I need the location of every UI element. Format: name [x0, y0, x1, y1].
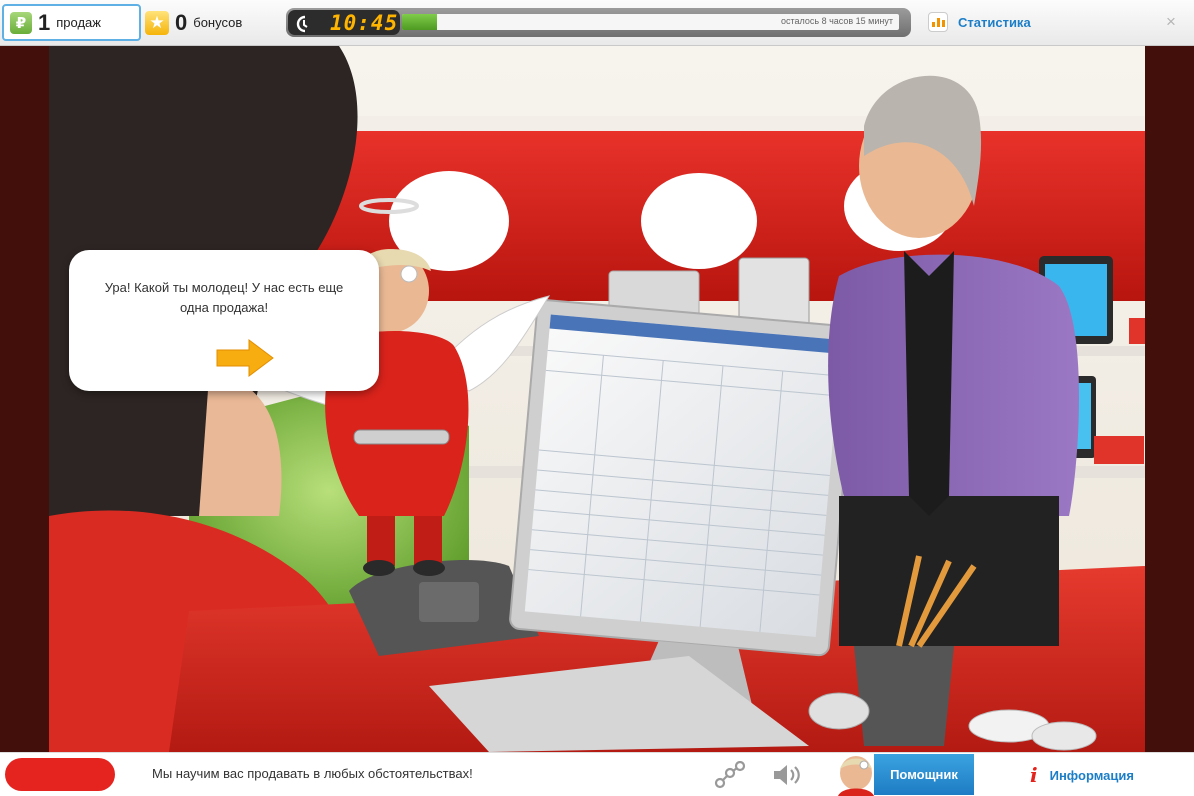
speaker-icon[interactable] — [772, 763, 802, 792]
sales-label: продаж — [56, 15, 101, 30]
statistics-button[interactable]: Статистика — [928, 12, 1031, 32]
share-icon[interactable] — [714, 760, 746, 794]
assistant-label: Помощник — [874, 754, 974, 795]
sales-count: 1 — [38, 9, 51, 35]
day-timer: 10:45 осталось 8 часов 15 минут — [286, 8, 911, 37]
arrow-right-icon[interactable] — [215, 338, 275, 383]
sales-counter[interactable]: ₽ 1 продаж — [2, 4, 141, 41]
game-frame: Ура! Какой ты молодец! У нас есть еще од… — [0, 46, 1194, 752]
info-icon: i — [1030, 763, 1038, 787]
assistant-button[interactable]: Помощник — [834, 753, 974, 796]
speech-text: Ура! Какой ты молодец! У нас есть еще од… — [104, 280, 344, 315]
clock-display: 10:45 — [288, 10, 400, 35]
scene-illustration — [49, 46, 1145, 752]
bonus-count: 0 — [175, 9, 188, 35]
information-label: Информация — [1049, 767, 1134, 783]
bonus-label: бонусов — [193, 15, 243, 30]
clock-icon — [296, 15, 312, 36]
bottom-bar: Мы научим вас продавать в любых обстояте… — [0, 752, 1194, 796]
time-progress-bar: осталось 8 часов 15 минут — [402, 14, 899, 30]
game-scene[interactable]: Ура! Какой ты молодец! У нас есть еще од… — [49, 46, 1145, 752]
statistics-label: Статистика — [958, 14, 1031, 30]
tagline: Мы научим вас продавать в любых обстояте… — [152, 766, 473, 781]
time-progress-fill — [402, 14, 437, 30]
clock-time: 10:45 — [330, 11, 399, 35]
speech-bubble: Ура! Какой ты молодец! У нас есть еще од… — [69, 250, 379, 391]
time-remaining: осталось 8 часов 15 минут — [781, 16, 893, 26]
star-icon: ★ — [145, 10, 169, 35]
ruble-icon: ₽ — [10, 11, 32, 34]
top-bar: ₽ 1 продаж ★ 0 бонусов 10:45 осталось 8 … — [0, 0, 1194, 46]
information-button[interactable]: i Информация — [1030, 763, 1134, 787]
close-icon[interactable]: × — [1166, 12, 1176, 32]
bonus-counter[interactable]: ★ 0 бонусов — [145, 4, 275, 41]
assistant-avatar — [838, 756, 874, 796]
brand-logo[interactable] — [5, 758, 115, 791]
bar-chart-icon — [928, 12, 948, 32]
